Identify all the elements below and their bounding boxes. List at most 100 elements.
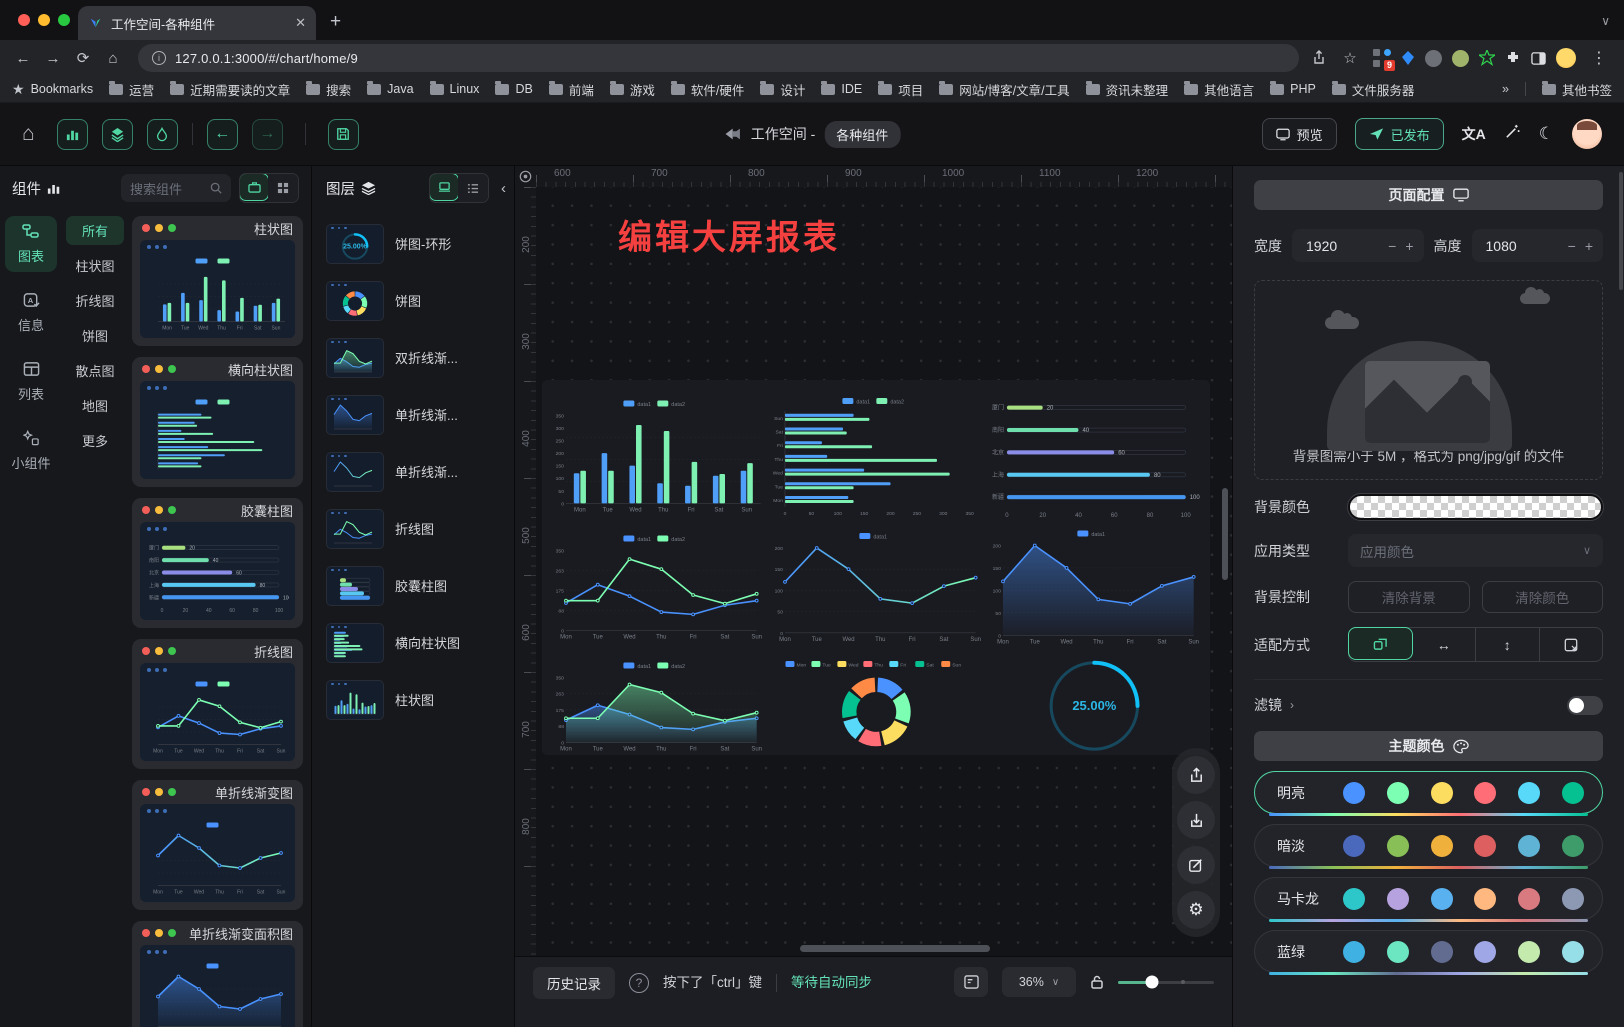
category-折线图[interactable]: 折线图 [66,286,124,315]
zoom-slider[interactable] [1118,981,1214,984]
ruler-corner[interactable] [515,166,536,187]
canvas-chart-line-gradient-area[interactable]: data1MonTueWedThuFriSatSun050100150200 [987,525,1202,648]
category-所有[interactable]: 所有 [66,216,124,245]
project-name[interactable]: 各种组件 [824,121,900,148]
magic-wand-icon[interactable] [1504,123,1521,145]
category-饼图[interactable]: 饼图 [66,321,124,350]
settings-scrollbar[interactable] [1619,172,1623,290]
minimap-toggle-button[interactable] [954,967,988,997]
theme-color-button[interactable]: 主题颜色 [1254,731,1603,761]
canvas-chart-ring-progress[interactable]: 25.00% [987,652,1202,760]
fit-mode-width-button[interactable]: ↔ [1413,628,1477,661]
bookmark-item[interactable]: 设计 [760,80,805,99]
profile-avatar[interactable] [1556,48,1576,68]
bookmark-star-icon[interactable]: ☆ [1337,45,1363,71]
extensions-puzzle-icon[interactable] [1505,50,1521,66]
save-button[interactable] [328,119,359,150]
layer-item-饼图[interactable]: 饼图 [312,272,514,329]
editor-canvas[interactable]: 6007008009001000110012001300 20030040050… [515,166,1232,956]
canvas-chart-capsule[interactable]: 厦门20南阳40北京60上海80新疆100020406080100 [987,390,1202,521]
search-components-input[interactable]: 搜索组件 [121,174,231,202]
filter-section-label[interactable]: 滤镜 › [1254,695,1294,715]
settings-gear-icon[interactable]: ⚙ [1177,891,1215,929]
page-config-button[interactable]: 页面配置 [1254,180,1603,210]
canvas-chart-bar-horizontal[interactable]: data1data2MonTueWedThuFriSatSun050100150… [769,390,984,521]
bookmark-item[interactable]: 游戏 [610,80,655,99]
bookmark-item[interactable]: 前端 [549,80,594,99]
tab-search-chevron-icon[interactable]: ∨ [1601,14,1610,28]
height-decrement[interactable]: − [1568,238,1576,254]
sidebar-icon[interactable] [1531,51,1546,66]
canvas-chart-pie-donut[interactable]: MonTueWedThuFriSatSun [769,652,984,760]
vertical-scrollbar[interactable] [1222,488,1228,580]
forward-icon[interactable]: → [40,45,66,71]
theme-row-明亮[interactable]: 明亮 [1254,771,1603,814]
category-更多[interactable]: 更多 [66,426,124,455]
app-type-select[interactable]: 应用颜色∨ [1348,534,1603,567]
bookmarks-overflow-chevron[interactable]: » [1502,82,1509,96]
browser-menu-icon[interactable]: ⋮ [1586,45,1612,71]
layer-item-单折线渐...[interactable]: 单折线渐... [312,443,514,500]
import-icon[interactable] [1177,801,1215,839]
extension-icon[interactable] [1452,50,1469,67]
layers-view-toggle-thumbnail[interactable] [429,173,459,201]
other-bookmarks[interactable]: 其他书签 [1542,80,1612,99]
theme-row-暗淡[interactable]: 暗淡 [1254,824,1603,867]
canvas-title-text[interactable]: 编辑大屏报表 [618,210,840,259]
bookmark-item[interactable]: IDE [821,80,862,99]
background-upload-dropzone[interactable]: 背景图需小于 5M ，格式为 png/jpg/gif 的文件 [1254,280,1603,480]
language-icon[interactable]: 文A [1462,124,1486,144]
canvas-chart-line-dual[interactable]: data1data2MonTueWedThuFriSatSun088175263… [550,525,765,648]
horizontal-scrollbar[interactable] [800,945,990,952]
layer-item-折线图[interactable]: 折线图 [312,500,514,557]
bookmark-item[interactable]: 项目 [878,80,923,99]
kite-extension-icon[interactable] [1401,50,1415,66]
fit-mode-stretch-button[interactable] [1540,628,1603,661]
width-increment[interactable]: + [1405,238,1413,254]
preview-button[interactable]: 预览 [1262,118,1337,150]
redo-button[interactable]: → [252,119,283,150]
details-panel-toggle-button[interactable] [147,119,178,150]
bookmark-item[interactable]: 近期需要读的文章 [170,80,290,99]
canvas-chart-dual-line-gradient-area[interactable]: data1data2MonTueWedThuFriSatSun088175263… [550,652,765,760]
sidebar-item-小组件[interactable]: 小组件 [5,423,57,479]
bookmark-item[interactable]: DB [495,80,532,99]
help-icon[interactable]: ? [629,973,649,993]
bookmark-item[interactable]: 软件/硬件 [671,80,744,99]
sidebar-item-信息[interactable]: A信息 [5,285,57,341]
address-bar[interactable]: i 127.0.0.1:3000/#/chart/home/9 [138,44,1299,72]
canvas-chart-line-gradient[interactable]: data1MonTueWedThuFriSatSun050100150200 [769,525,984,648]
component-card-折线图[interactable]: 折线图MonTueWedThuFriSatSun [132,639,303,769]
sidebar-item-图表[interactable]: 图表 [5,216,57,272]
close-window-button[interactable] [18,14,30,26]
sidebar-item-列表[interactable]: 列表 [5,354,57,410]
home-icon[interactable]: ⌂ [100,45,126,71]
bookmark-item[interactable]: 运营 [109,80,154,99]
bg-color-swatch[interactable] [1348,494,1603,520]
dark-mode-moon-icon[interactable]: ☾ [1539,124,1554,144]
fit-mode-scale-button[interactable] [1348,627,1413,660]
site-info-icon[interactable]: i [152,51,166,65]
layer-item-双折线渐...[interactable]: 双折线渐... [312,329,514,386]
bookmark-item[interactable]: PHP [1270,80,1316,99]
bookmark-item[interactable]: 网站/博客/文章/工具 [939,80,1069,99]
tab-close-icon[interactable]: ✕ [295,15,306,31]
browser-tab[interactable]: 工作空间-各种组件 ✕ [78,6,316,40]
bookmark-item[interactable]: 搜索 [306,80,351,99]
back-icon[interactable]: ← [10,45,36,71]
clear-color-button[interactable]: 清除颜色 [1482,581,1604,613]
category-散点图[interactable]: 散点图 [66,356,124,385]
export-icon[interactable] [1177,756,1215,794]
filter-toggle[interactable] [1567,696,1603,715]
theme-row-蓝绿[interactable]: 蓝绿 [1254,930,1603,973]
layer-item-饼图-环形[interactable]: 25.00%饼图-环形 [312,215,514,272]
component-card-柱状图[interactable]: 柱状图MonTueWedThuFriSatSun [132,216,303,346]
minimize-window-button[interactable] [38,14,50,26]
zoom-select[interactable]: 36%∨ [1002,967,1076,997]
app-home-icon[interactable]: ⌂ [22,122,35,146]
layers-panel-toggle-button[interactable] [102,119,133,150]
charts-panel-toggle-button[interactable] [57,119,88,150]
category-地图[interactable]: 地图 [66,391,124,420]
pinned-extension-icon[interactable]: 9 [1373,49,1391,67]
share-icon[interactable] [1311,50,1327,66]
